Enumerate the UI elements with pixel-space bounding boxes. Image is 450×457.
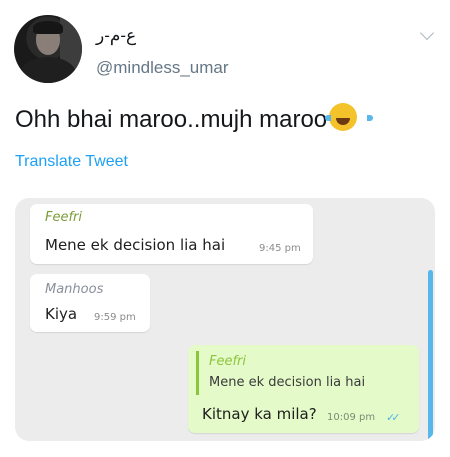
quoted-message: Feefri Mene ek decision lia hai (196, 351, 411, 395)
display-name[interactable]: ع-م-ر (96, 26, 136, 46)
quoted-text: Mene ek decision lia hai (209, 375, 366, 390)
read-receipt-icon: ✓✓ (386, 411, 401, 424)
tweet-media-image[interactable]: Feefri Mene ek decision lia hai 9:45 pm … (15, 198, 435, 441)
message-time: 9:45 pm (259, 243, 301, 254)
message-text: Kiya (45, 305, 78, 323)
face-with-tears-of-joy-icon (325, 103, 374, 131)
translate-tweet-link[interactable]: Translate Tweet (15, 153, 128, 171)
incoming-message: Feefri Mene ek decision lia hai 9:45 pm (30, 204, 313, 264)
quoted-sender: Feefri (209, 354, 247, 369)
tweet-text: Ohh bhai maroo..mujh maroo (15, 103, 374, 134)
message-time: 10:09 pm (327, 412, 376, 423)
tweet-text-content: Ohh bhai maroo..mujh maroo (15, 106, 328, 133)
message-sender: Manhoos (45, 282, 104, 297)
scroll-accent (428, 270, 433, 441)
message-time: 9:59 pm (94, 312, 136, 323)
avatar[interactable] (14, 15, 82, 83)
user-handle[interactable]: @mindless_umar (96, 58, 229, 78)
tweet-header: ع-م-ر @mindless_umar (14, 12, 440, 88)
chevron-down-icon[interactable] (419, 25, 435, 41)
incoming-message: Manhoos Kiya 9:59 pm (30, 274, 150, 332)
message-text: Kitnay ka mila? (202, 405, 317, 423)
message-text: Mene ek decision lia hai (45, 236, 226, 254)
message-sender: Feefri (45, 210, 83, 225)
outgoing-message: Feefri Mene ek decision lia hai Kitnay k… (188, 345, 419, 433)
